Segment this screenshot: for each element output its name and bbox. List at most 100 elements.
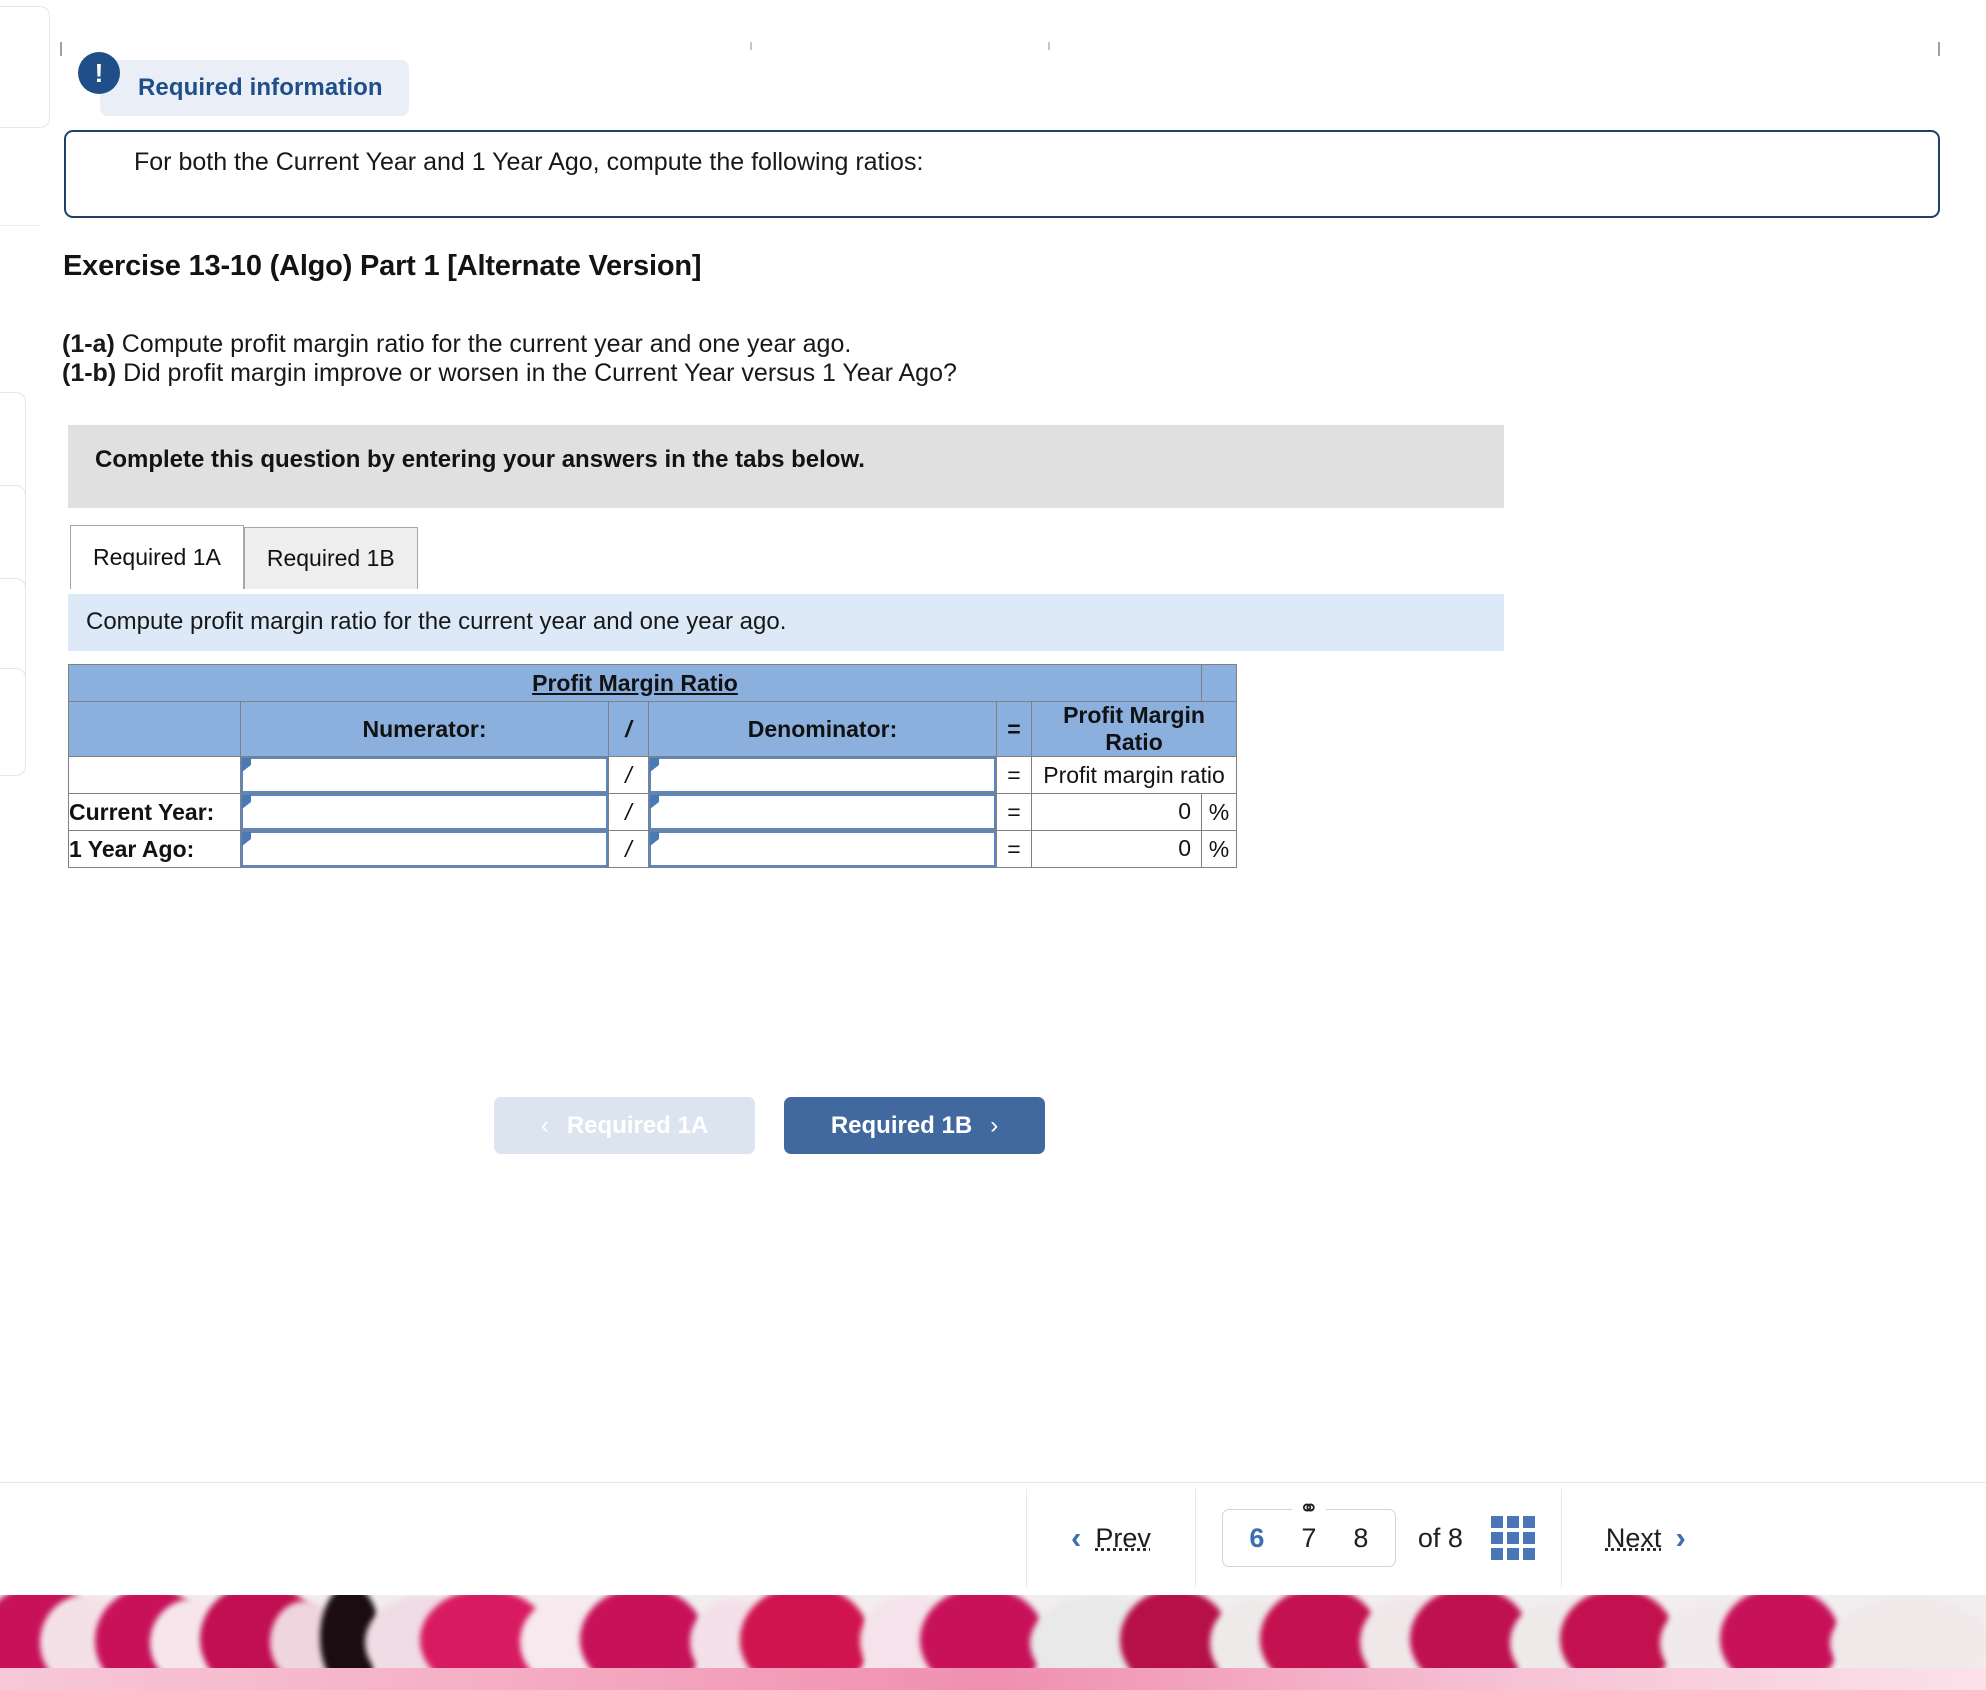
instruction-banner-text: Complete this question by entering your … — [95, 446, 865, 473]
exclamation-icon: ! — [78, 52, 120, 94]
prompt-1b-marker: (1-b) — [62, 359, 117, 387]
photo-strip-gradient — [0, 1668, 1986, 1690]
header-equals: = — [996, 701, 1032, 757]
sub-banner: Compute profit margin ratio for the curr… — [68, 594, 1504, 651]
prompt-1b: (1-b) Did profit margin improve or worse… — [62, 359, 957, 388]
row-2-result-value[interactable]: 0 — [1032, 831, 1201, 867]
profit-margin-worksheet: Profit Margin Ratio Numerator: / Denomin… — [68, 664, 1237, 868]
row-1-slash: / — [608, 793, 649, 831]
prompt-1a: (1-a) Compute profit margin ratio for th… — [62, 330, 851, 359]
tab-required-1b[interactable]: Required 1B — [243, 527, 418, 589]
header-denominator: Denominator: — [648, 701, 997, 757]
prompt-1a-text: Compute profit margin ratio for the curr… — [114, 330, 852, 358]
dropdown-marker-icon — [242, 832, 251, 846]
table-row: Current Year: / = 0 % — [68, 793, 1237, 831]
header-numerator: Numerator: — [240, 701, 609, 757]
bottom-divider — [0, 1482, 1986, 1483]
page-number-6[interactable]: 6 — [1231, 1523, 1283, 1554]
worksheet-title: Profit Margin Ratio — [68, 664, 1202, 702]
crop-mark-right — [1938, 42, 1940, 56]
link-icon: ⚭ — [1291, 1496, 1326, 1522]
grid-icon[interactable] — [1490, 1516, 1535, 1560]
row-2-label: 1 Year Ago: — [68, 830, 241, 868]
row-1-numerator-input[interactable] — [241, 794, 608, 830]
row-1-numerator-cell[interactable] — [240, 793, 609, 831]
row-1-equals: = — [996, 793, 1032, 831]
page-picker[interactable]: ⚭ 6 7 8 — [1221, 1496, 1396, 1567]
chevron-right-icon: › — [1675, 1520, 1686, 1555]
prompt-1a-marker: (1-a) — [62, 330, 115, 358]
required-information-body: For both the Current Year and 1 Year Ago… — [134, 148, 924, 176]
row-2-unit: % — [1201, 830, 1237, 868]
pagination-bar: ‹ Prev ⚭ 6 7 8 of 8 Next › — [1026, 1489, 1730, 1587]
row-1-result-value[interactable]: 0 — [1032, 794, 1201, 830]
required-1a-button[interactable]: ‹ Required 1A — [494, 1097, 755, 1154]
background-card-top — [0, 6, 50, 128]
table-row: 1 Year Ago: / = 0 % — [68, 830, 1237, 868]
header-result: Profit Margin Ratio — [1031, 701, 1237, 757]
row-0-denominator-cell[interactable] — [648, 756, 997, 794]
row-2-result-cell[interactable]: 0 — [1031, 830, 1202, 868]
dropdown-marker-icon — [650, 795, 659, 809]
tab-required-1b-label: Required 1B — [266, 545, 395, 571]
row-2-equals: = — [996, 830, 1032, 868]
row-1-unit: % — [1201, 793, 1237, 831]
worksheet-title-filler — [1201, 664, 1237, 702]
required-1b-button[interactable]: Required 1B › — [784, 1097, 1045, 1154]
tab-required-1a-label: Required 1A — [93, 544, 221, 570]
dropdown-marker-icon — [242, 758, 251, 772]
table-row: / = Profit margin ratio — [68, 756, 1237, 794]
required-1a-button-label: Required 1A — [566, 1111, 709, 1139]
dropdown-marker-icon — [650, 758, 659, 772]
prev-page-button[interactable]: ‹ Prev — [1027, 1520, 1195, 1556]
table-row-header: Numerator: / Denominator: = Profit Margi… — [68, 701, 1237, 757]
prev-page-label: Prev — [1095, 1522, 1151, 1553]
row-0-denominator-input[interactable] — [649, 757, 996, 793]
page-title: Exercise 13-10 (Algo) Part 1 [Alternate … — [63, 250, 702, 282]
requirement-navigation: ‹ Required 1A Required 1B › — [494, 1097, 1045, 1154]
required-information-label: Required information — [138, 74, 383, 101]
row-2-numerator-cell[interactable] — [240, 830, 609, 868]
row-2-slash: / — [608, 830, 649, 868]
bottom-photo-strip — [0, 1595, 1986, 1690]
crop-mark-mid2 — [1048, 42, 1050, 50]
crop-mark-mid — [750, 42, 752, 50]
row-2-denominator-cell[interactable] — [648, 830, 997, 868]
page-number-8[interactable]: 8 — [1335, 1523, 1387, 1554]
row-0-result-label: Profit margin ratio — [1031, 756, 1237, 794]
chevron-right-icon: › — [990, 1111, 999, 1139]
row-0-equals: = — [996, 756, 1032, 794]
row-1-label: Current Year: — [68, 793, 241, 831]
header-slash: / — [608, 701, 649, 757]
row-1-denominator-cell[interactable] — [648, 793, 997, 831]
requirement-tabs: Required 1A Required 1B — [70, 525, 418, 589]
row-0-numerator-cell[interactable] — [240, 756, 609, 794]
chevron-left-icon: ‹ — [1071, 1520, 1082, 1555]
prompt-1b-text: Did profit margin improve or worsen in t… — [116, 359, 957, 387]
dropdown-marker-icon — [242, 795, 251, 809]
page-count-label: of 8 — [1417, 1522, 1463, 1553]
row-0-label — [68, 756, 241, 794]
table-row-title: Profit Margin Ratio — [68, 664, 1237, 702]
required-information-pill: Required information — [100, 60, 409, 116]
page-root: Required information ! For both the Curr… — [0, 0, 1986, 1690]
row-1-denominator-input[interactable] — [649, 794, 996, 830]
page-picker-wrapper: ⚭ 6 7 8 of 8 — [1196, 1496, 1561, 1567]
row-2-numerator-input[interactable] — [241, 831, 608, 867]
page-number-7[interactable]: 7 — [1283, 1523, 1335, 1554]
next-page-label: Next — [1605, 1522, 1662, 1553]
dropdown-marker-icon — [650, 832, 659, 846]
required-1b-button-label: Required 1B — [830, 1111, 973, 1139]
row-0-slash: / — [608, 756, 649, 794]
next-page-button[interactable]: Next › — [1562, 1520, 1730, 1556]
chevron-left-icon: ‹ — [540, 1111, 549, 1139]
tab-required-1a[interactable]: Required 1A — [70, 525, 244, 589]
background-divider-1 — [0, 225, 40, 226]
row-1-result-cell[interactable]: 0 — [1031, 793, 1202, 831]
required-information-panel: For both the Current Year and 1 Year Ago… — [64, 130, 1940, 218]
row-0-numerator-input[interactable] — [241, 757, 608, 793]
row-2-denominator-input[interactable] — [649, 831, 996, 867]
crop-mark-left — [60, 42, 62, 56]
instruction-banner: Complete this question by entering your … — [68, 425, 1504, 508]
sub-banner-text: Compute profit margin ratio for the curr… — [86, 608, 787, 635]
